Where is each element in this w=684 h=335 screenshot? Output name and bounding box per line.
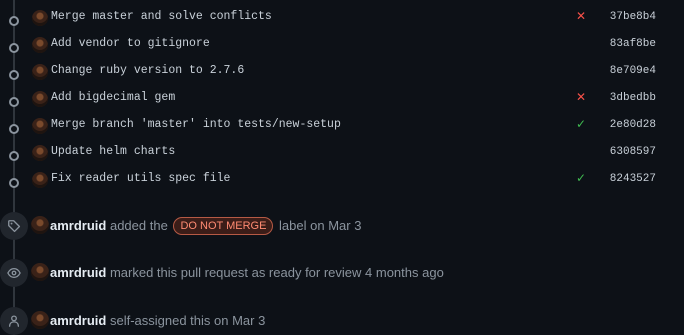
success-check-icon[interactable]: ✓ bbox=[576, 117, 586, 131]
avatar[interactable] bbox=[32, 145, 48, 161]
username-link[interactable]: amrdruid bbox=[50, 313, 106, 328]
commit-row: Merge master and solve conflicts ✕ 37be8… bbox=[0, 7, 684, 34]
event-badge bbox=[0, 212, 28, 240]
commit-row: Update helm charts 6308597 bbox=[0, 142, 684, 169]
failure-x-icon[interactable]: ✕ bbox=[576, 9, 586, 23]
username-link[interactable]: amrdruid bbox=[50, 265, 106, 280]
commit-message[interactable]: Merge master and solve conflicts bbox=[51, 8, 272, 26]
commit-sha[interactable]: 37be8b4 bbox=[610, 8, 656, 26]
event-text-after: label on Mar 3 bbox=[279, 218, 362, 233]
commit-node-icon bbox=[9, 70, 19, 80]
commit-node-icon bbox=[9, 43, 19, 53]
timeline-event-assigned: amrdruid self-assigned this on Mar 3 bbox=[0, 307, 684, 335]
person-icon bbox=[8, 315, 20, 327]
commit-node-icon bbox=[9, 97, 19, 107]
event-badge bbox=[0, 259, 28, 287]
commit-message[interactable]: Add vendor to gitignore bbox=[51, 35, 210, 53]
commit-message[interactable]: Merge branch 'master' into tests/new-set… bbox=[51, 116, 341, 134]
eye-icon bbox=[7, 267, 21, 279]
success-check-icon[interactable]: ✓ bbox=[576, 171, 586, 185]
avatar[interactable] bbox=[32, 118, 48, 134]
avatar[interactable] bbox=[32, 37, 48, 53]
commit-row: Merge branch 'master' into tests/new-set… bbox=[0, 115, 684, 142]
commit-message[interactable]: Add bigdecimal gem bbox=[51, 89, 175, 107]
failure-x-icon[interactable]: ✕ bbox=[576, 90, 586, 104]
commit-message[interactable]: Update helm charts bbox=[51, 143, 175, 161]
commit-sha[interactable]: 3dbedbb bbox=[610, 89, 656, 107]
avatar[interactable] bbox=[31, 311, 49, 329]
commit-row: Fix reader utils spec file ✓ 8243527 bbox=[0, 169, 684, 196]
commit-message[interactable]: Fix reader utils spec file bbox=[51, 170, 230, 188]
commit-sha[interactable]: 83af8be bbox=[610, 35, 656, 53]
timeline-event-labeled: amrdruid added the DO NOT MERGE label on… bbox=[0, 212, 684, 240]
commit-sha[interactable]: 8e709e4 bbox=[610, 62, 656, 80]
commit-node-icon bbox=[9, 124, 19, 134]
commit-node-icon bbox=[9, 178, 19, 188]
label-do-not-merge[interactable]: DO NOT MERGE bbox=[173, 217, 274, 235]
avatar[interactable] bbox=[32, 10, 48, 26]
timeline-event-ready-for-review: amrdruid marked this pull request as rea… bbox=[0, 259, 684, 287]
event-badge bbox=[0, 307, 28, 335]
event-text: amrdruid self-assigned this on Mar 3 bbox=[50, 312, 265, 330]
commit-sha[interactable]: 2e80d28 bbox=[610, 116, 656, 134]
commit-node-icon bbox=[9, 16, 19, 26]
commit-row: Change ruby version to 2.7.6 8e709e4 bbox=[0, 61, 684, 88]
tag-icon bbox=[8, 220, 21, 233]
event-description: self-assigned this on Mar 3 bbox=[109, 313, 266, 328]
avatar[interactable] bbox=[32, 91, 48, 107]
avatar[interactable] bbox=[31, 216, 49, 234]
commit-node-icon bbox=[9, 151, 19, 161]
commit-sha[interactable]: 6308597 bbox=[610, 143, 656, 161]
event-text: amrdruid marked this pull request as rea… bbox=[50, 264, 444, 282]
commit-row: Add bigdecimal gem ✕ 3dbedbb bbox=[0, 88, 684, 115]
event-description: marked this pull request as ready for re… bbox=[109, 265, 444, 280]
avatar[interactable] bbox=[32, 64, 48, 80]
commit-message[interactable]: Change ruby version to 2.7.6 bbox=[51, 62, 244, 80]
event-text-before: added the bbox=[109, 218, 168, 233]
username-link[interactable]: amrdruid bbox=[50, 218, 106, 233]
commit-sha[interactable]: 8243527 bbox=[610, 170, 656, 188]
avatar[interactable] bbox=[32, 172, 48, 188]
event-text: amrdruid added the DO NOT MERGE label on… bbox=[50, 217, 361, 235]
avatar[interactable] bbox=[31, 263, 49, 281]
commit-row: Add vendor to gitignore 83af8be bbox=[0, 34, 684, 61]
